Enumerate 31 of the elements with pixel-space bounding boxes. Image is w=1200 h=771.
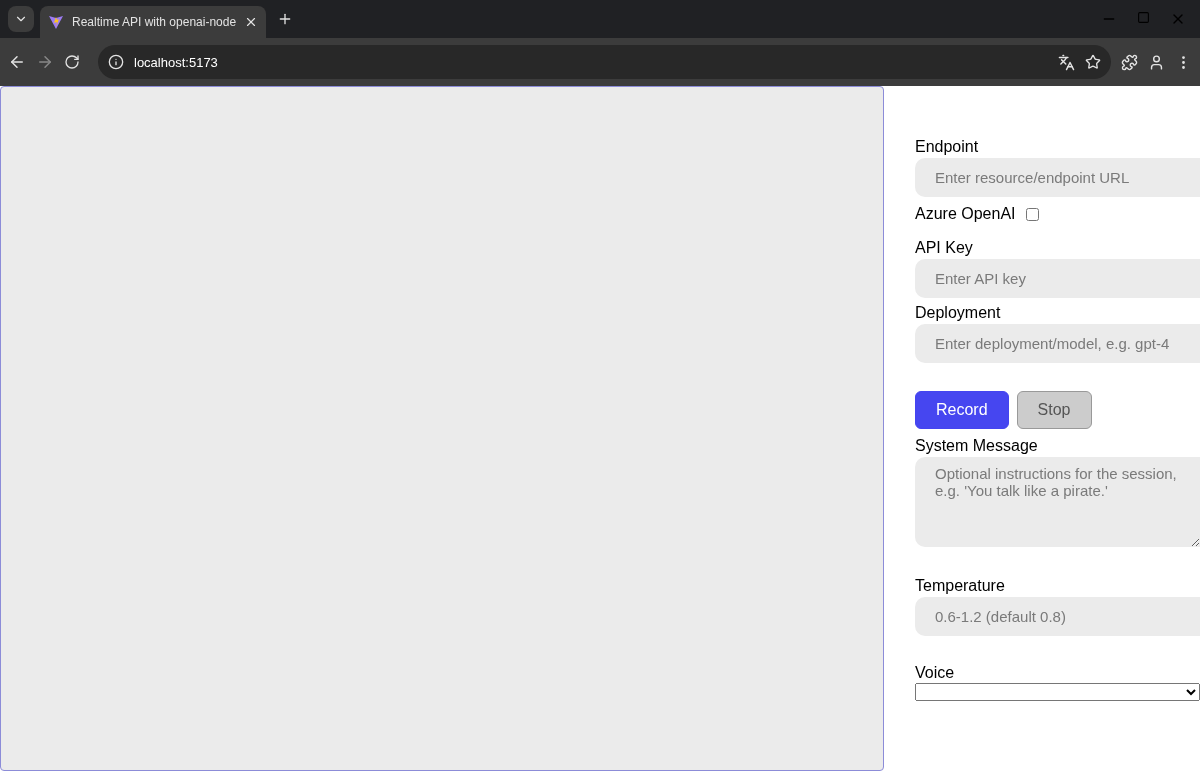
- field-label: System Message: [915, 437, 1039, 455]
- star-icon[interactable]: [1085, 54, 1101, 70]
- tab-title: Realtime API with openai-node: [72, 15, 236, 29]
- checkbox[interactable]: [1025, 207, 1039, 221]
- text-area[interactable]: Optional instructions for the session, e.g. 'You talk like a pirate.': [915, 457, 1200, 547]
- close-icon[interactable]: [244, 15, 258, 29]
- forward-icon[interactable]: [36, 53, 54, 71]
- plus-icon[interactable]: [277, 11, 293, 27]
- field-label: Endpoint: [915, 138, 980, 156]
- input-field[interactable]: Enter deployment/model, e.g. gpt-4: [915, 324, 1200, 363]
- dropdown[interactable]: [915, 683, 1200, 701]
- tab-list-button[interactable]: [8, 6, 34, 32]
- logo-icon: [48, 14, 64, 30]
- field-label: Voice: [915, 664, 956, 682]
- input-field[interactable]: 0.6-1.2 (default 0.8): [915, 597, 1200, 636]
- input-field[interactable]: Enter API key: [915, 259, 1200, 298]
- url-text: localhost:5173: [134, 54, 219, 70]
- action-button[interactable]: Record: [915, 391, 1009, 429]
- address-bar[interactable]: localhost:5173: [98, 45, 1111, 79]
- input-field[interactable]: Enter resource/endpoint URL: [915, 158, 1200, 197]
- checkbox-label: Azure OpenAI: [915, 205, 1016, 223]
- field-label: Deployment: [915, 304, 1002, 322]
- info-icon[interactable]: [108, 54, 124, 70]
- extensions-icon[interactable]: [1121, 53, 1138, 71]
- field-label: Temperature: [915, 577, 1006, 595]
- browser-tab[interactable]: Realtime API with openai-node: [40, 6, 266, 38]
- translate-icon[interactable]: [1058, 53, 1075, 71]
- back-icon[interactable]: [8, 53, 26, 71]
- field-label: API Key: [915, 239, 974, 257]
- profile-icon[interactable]: [1148, 53, 1165, 71]
- reload-icon[interactable]: [64, 54, 80, 70]
